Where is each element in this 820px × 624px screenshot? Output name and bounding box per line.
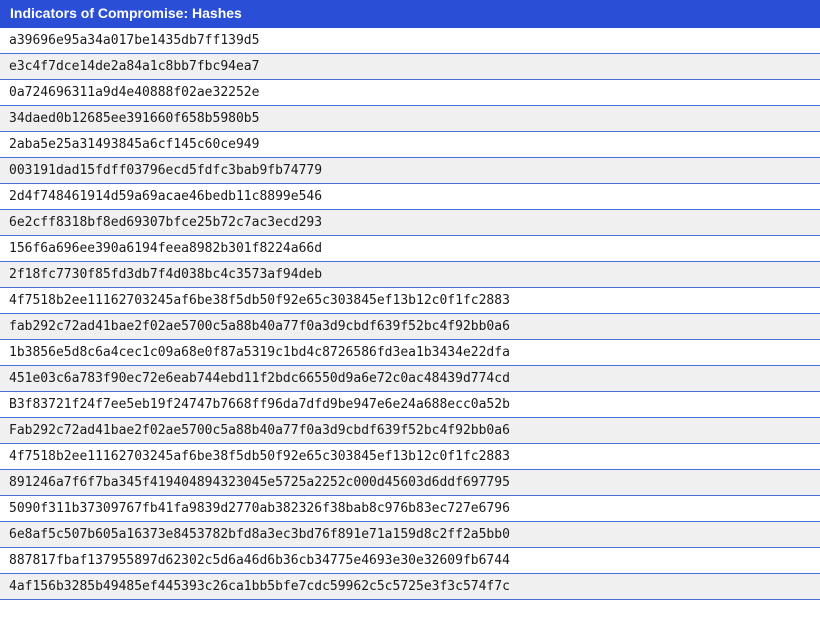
table-row: 2f18fc7730f85fd3db7f4d038bc4c3573af94deb	[0, 261, 820, 288]
table-row: 34daed0b12685ee391660f658b5980b5	[0, 105, 820, 132]
table-row: 2d4f748461914d59a69acae46bedb11c8899e546	[0, 183, 820, 210]
table-row: e3c4f7dce14de2a84a1c8bb7fbc94ea7	[0, 53, 820, 80]
hash-cell: 2f18fc7730f85fd3db7f4d038bc4c3573af94deb	[0, 261, 820, 288]
table-row: 6e2cff8318bf8ed69307bfce25b72c7ac3ecd293	[0, 209, 820, 236]
hash-cell: 0a724696311a9d4e40888f02ae32252e	[0, 79, 820, 106]
hash-cell: 451e03c6a783f90ec72e6eab744ebd11f2bdc665…	[0, 365, 820, 392]
hash-cell: 4f7518b2ee11162703245af6be38f5db50f92e65…	[0, 287, 820, 314]
hash-cell: 891246a7f6f7ba345f419404894323045e5725a2…	[0, 469, 820, 496]
hash-cell: 5090f311b37309767fb41fa9839d2770ab382326…	[0, 495, 820, 522]
hash-cell: 4f7518b2ee11162703245af6be38f5db50f92e65…	[0, 443, 820, 470]
hash-cell: 2d4f748461914d59a69acae46bedb11c8899e546	[0, 183, 820, 210]
table-row: 5090f311b37309767fb41fa9839d2770ab382326…	[0, 495, 820, 522]
table-row: 4af156b3285b49485ef445393c26ca1bb5bfe7cd…	[0, 573, 820, 600]
hash-cell: e3c4f7dce14de2a84a1c8bb7fbc94ea7	[0, 53, 820, 80]
ioc-hashes-table: Indicators of Compromise: Hashes a39696e…	[0, 0, 820, 600]
table-row: a39696e95a34a017be1435db7ff139d5	[0, 27, 820, 54]
table-row: 887817fbaf137955897d62302c5d6a46d6b36cb3…	[0, 547, 820, 574]
hash-cell: 6e2cff8318bf8ed69307bfce25b72c7ac3ecd293	[0, 209, 820, 236]
table-row: 2aba5e25a31493845a6cf145c60ce949	[0, 131, 820, 158]
table-row: 0a724696311a9d4e40888f02ae32252e	[0, 79, 820, 106]
table-row: 451e03c6a783f90ec72e6eab744ebd11f2bdc665…	[0, 365, 820, 392]
table-row: fab292c72ad41bae2f02ae5700c5a88b40a77f0a…	[0, 313, 820, 340]
hash-cell: 1b3856e5d8c6a4cec1c09a68e0f87a5319c1bd4c…	[0, 339, 820, 366]
hash-cell: 34daed0b12685ee391660f658b5980b5	[0, 105, 820, 132]
hash-cell: 4af156b3285b49485ef445393c26ca1bb5bfe7cd…	[0, 573, 820, 600]
hash-cell: 6e8af5c507b605a16373e8453782bfd8a3ec3bd7…	[0, 521, 820, 548]
hash-cell: 887817fbaf137955897d62302c5d6a46d6b36cb3…	[0, 547, 820, 574]
table-row: B3f83721f24f7ee5eb19f24747b7668ff96da7df…	[0, 391, 820, 418]
table-header-row: Indicators of Compromise: Hashes	[0, 0, 820, 28]
hash-cell: 156f6a696ee390a6194feea8982b301f8224a66d	[0, 235, 820, 262]
table-row: 003191dad15fdff03796ecd5fdfc3bab9fb74779	[0, 157, 820, 184]
hash-cell: a39696e95a34a017be1435db7ff139d5	[0, 27, 820, 54]
hash-cell: 2aba5e25a31493845a6cf145c60ce949	[0, 131, 820, 158]
table-row: 1b3856e5d8c6a4cec1c09a68e0f87a5319c1bd4c…	[0, 339, 820, 366]
hash-cell: fab292c72ad41bae2f02ae5700c5a88b40a77f0a…	[0, 313, 820, 340]
table-title: Indicators of Compromise: Hashes	[0, 0, 820, 28]
table-row: Fab292c72ad41bae2f02ae5700c5a88b40a77f0a…	[0, 417, 820, 444]
table-body: a39696e95a34a017be1435db7ff139d5 e3c4f7dc…	[0, 27, 820, 600]
table-row: 4f7518b2ee11162703245af6be38f5db50f92e65…	[0, 443, 820, 470]
hash-cell: Fab292c72ad41bae2f02ae5700c5a88b40a77f0a…	[0, 417, 820, 444]
table-row: 4f7518b2ee11162703245af6be38f5db50f92e65…	[0, 287, 820, 314]
hash-cell: 003191dad15fdff03796ecd5fdfc3bab9fb74779	[0, 157, 820, 184]
table-row: 6e8af5c507b605a16373e8453782bfd8a3ec3bd7…	[0, 521, 820, 548]
table-row: 156f6a696ee390a6194feea8982b301f8224a66d	[0, 235, 820, 262]
hash-cell: B3f83721f24f7ee5eb19f24747b7668ff96da7df…	[0, 391, 820, 418]
table-row: 891246a7f6f7ba345f419404894323045e5725a2…	[0, 469, 820, 496]
